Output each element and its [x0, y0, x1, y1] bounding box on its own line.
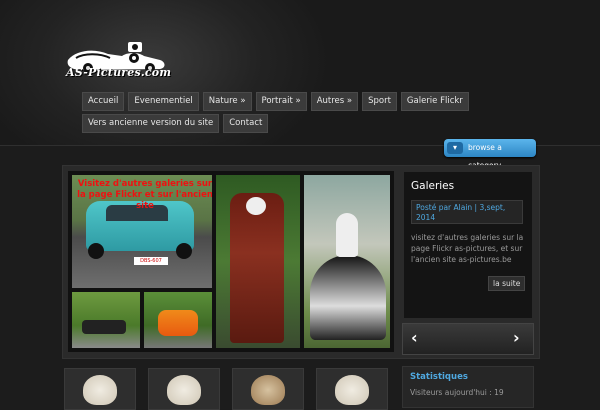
thumbnail-lamb-3[interactable]	[232, 368, 304, 410]
lamb-shape	[335, 375, 369, 405]
lamb-shape	[251, 375, 285, 405]
browse-category-button[interactable]: ▾ browse a category	[444, 139, 536, 170]
chevron-left-icon[interactable]: ‹	[411, 329, 418, 347]
post-meta: Posté par Alain | 3,sept, 2014	[411, 200, 523, 224]
car-plate: DBS-607	[134, 257, 168, 265]
lamb-shape	[167, 375, 201, 405]
nav-item-contact[interactable]: Contact	[223, 114, 269, 133]
photo-rally-car[interactable]: DBS-607 Visitez d'autres galeries sur la…	[72, 175, 212, 288]
featured-excerpt: visitez d'autres galeries sur la page Fl…	[411, 233, 524, 264]
costume-bw-dress	[310, 255, 386, 340]
motorbike-shape	[158, 310, 198, 336]
featured-photo-collage[interactable]: DBS-607 Visitez d'autres galeries sur la…	[68, 171, 394, 352]
photo-costume-red[interactable]	[216, 175, 300, 348]
slider-nav: ‹ ›	[402, 323, 534, 355]
statistics-widget: Statistiques Visiteurs aujourd'hui : 19	[402, 366, 534, 408]
slider-overlay-text: Visitez d'autres galeries sur la page Fl…	[77, 179, 212, 211]
main-navigation: Accueil Evenementiel Nature » Portrait »…	[82, 92, 469, 136]
nav-row-1: Accueil Evenementiel Nature » Portrait »…	[82, 92, 469, 111]
car-wheel-left	[88, 243, 104, 259]
photo-costume-black-white[interactable]	[304, 175, 390, 348]
photo-motorbike[interactable]	[144, 292, 212, 348]
nav-item-galerie-flickr[interactable]: Galerie Flickr	[400, 92, 469, 111]
visitors-today: Visiteurs aujourd'hui : 19	[410, 388, 504, 397]
chevron-down-icon: ▾	[447, 142, 463, 154]
car-wheel-right	[176, 243, 192, 259]
thumbnail-lamb-2[interactable]	[148, 368, 220, 410]
nav-item-sport[interactable]: Sport	[362, 92, 397, 111]
thumbnail-lamb-4[interactable]	[316, 368, 388, 410]
read-more-button[interactable]: la suite	[488, 276, 526, 291]
featured-title[interactable]: Galeries	[411, 180, 454, 192]
nav-item-evenementiel[interactable]: Evenementiel	[128, 92, 199, 111]
photo-karting[interactable]	[72, 292, 140, 348]
nav-row-2: Vers ancienne version du site Contact	[82, 114, 462, 133]
thumbnail-lamb-1[interactable]	[64, 368, 136, 410]
statistics-title: Statistiques	[410, 372, 468, 382]
costume-red-mask	[246, 197, 266, 215]
kart-shape	[82, 320, 126, 334]
logo-text[interactable]: AS-Pictures.com	[66, 66, 171, 79]
nav-item-accueil[interactable]: Accueil	[82, 92, 125, 111]
chevron-right-icon[interactable]: ›	[513, 329, 520, 347]
nav-item-nature[interactable]: Nature »	[202, 92, 252, 111]
costume-red-figure	[230, 193, 284, 343]
nav-item-ancienne-version[interactable]: Vers ancienne version du site	[82, 114, 220, 133]
nav-item-portrait[interactable]: Portrait »	[255, 92, 307, 111]
lamb-shape	[83, 375, 117, 405]
featured-info-panel: Galeries Posté par Alain | 3,sept, 2014 …	[404, 172, 532, 318]
costume-bw-head	[336, 213, 358, 257]
nav-item-autres[interactable]: Autres »	[310, 92, 359, 111]
